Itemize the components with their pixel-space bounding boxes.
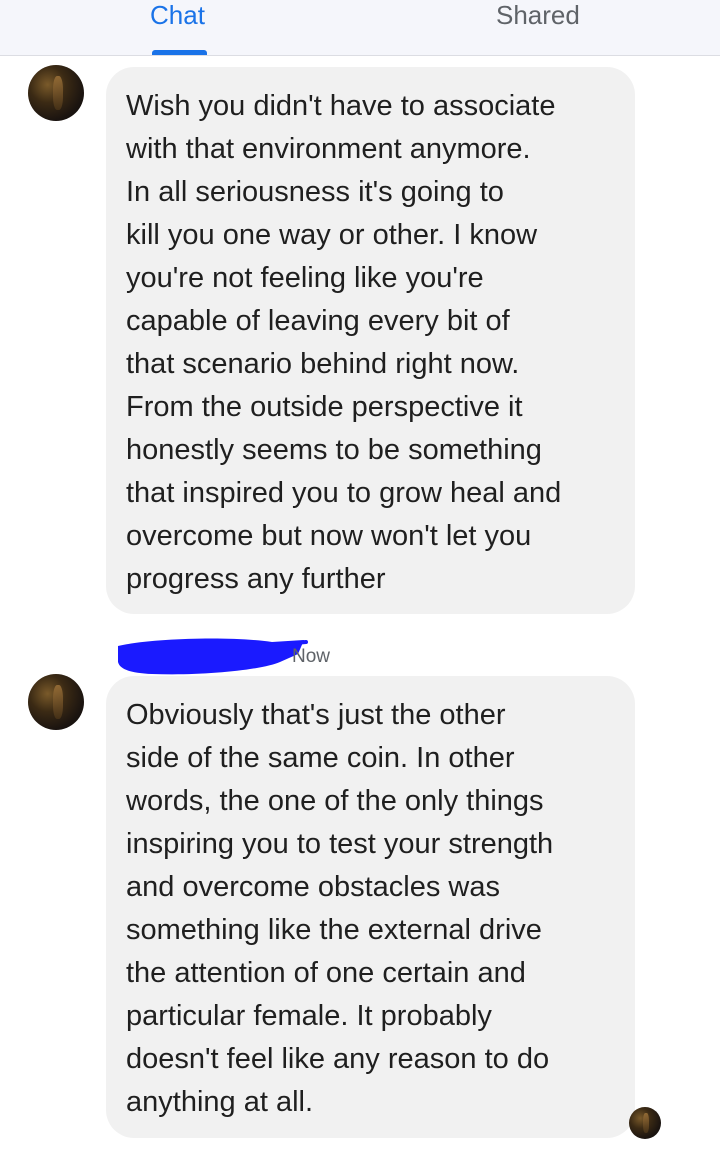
message-line: you're not feeling like you're [126, 262, 484, 294]
message-line: words, the one of the only things [126, 785, 544, 817]
message-line: that scenario behind right now. [126, 348, 520, 380]
message-line: kill you one way or other. I know [126, 219, 538, 251]
message-line: honestly seems to be something [126, 434, 542, 466]
message-line: Obviously that's just the other [126, 699, 506, 731]
message-bubble[interactable]: Obviously that's just the other side of … [106, 676, 635, 1138]
message-line: doesn't feel like any reason to do [126, 1043, 550, 1075]
message-line: the attention of one certain and [126, 957, 526, 989]
read-receipt-avatar [629, 1107, 661, 1139]
tab-chat[interactable]: Chat [150, 0, 205, 30]
message-line: overcome but now won't let you [126, 520, 532, 552]
message-bubble[interactable]: Wish you didn't have to associate with t… [106, 67, 635, 614]
message-line: and overcome obstacles was [126, 871, 500, 903]
message-line: something like the external drive [126, 914, 542, 946]
message-line: inspiring you to test your strength [126, 828, 554, 860]
redacted-sender-name [118, 638, 308, 675]
tab-shared[interactable]: Shared [496, 0, 580, 30]
conversation-tab-bar: Chat Shared [0, 0, 720, 56]
message-line: In all seriousness it's going to [126, 176, 504, 208]
message-line: anything at all. [126, 1086, 314, 1118]
message-line: progress any further [126, 563, 386, 595]
message-line: that inspired you to grow heal and [126, 477, 562, 509]
message-line: side of the same coin. In other [126, 742, 515, 774]
message-line: capable of leaving every bit of [126, 305, 510, 337]
message-line: particular female. It probably [126, 1000, 492, 1032]
message-line: From the outside perspective it [126, 391, 523, 423]
message-line: with that environment anymore. [126, 133, 531, 165]
avatar[interactable] [28, 674, 84, 730]
message-line: Wish you didn't have to associate [126, 90, 556, 122]
avatar[interactable] [28, 65, 84, 121]
message-timestamp: Now [292, 646, 331, 667]
active-tab-indicator [152, 50, 207, 55]
